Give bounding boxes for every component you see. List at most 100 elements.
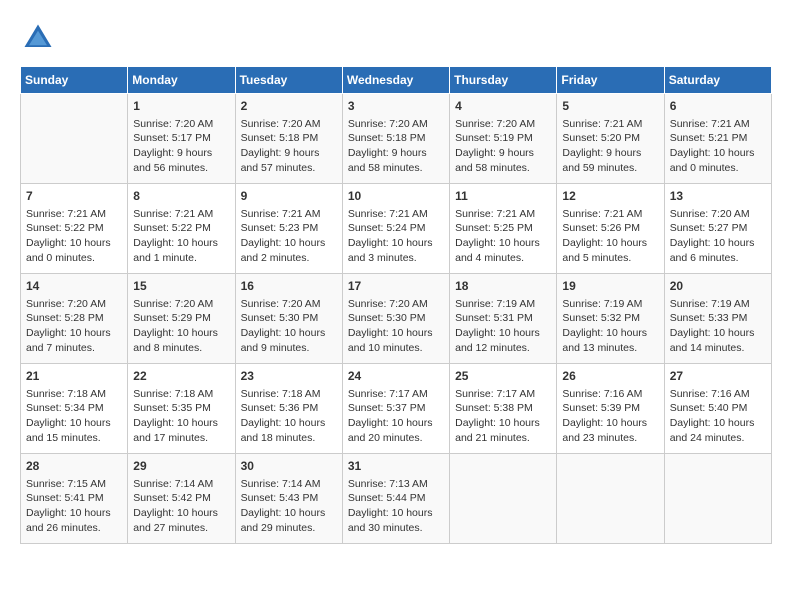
cell-info: Sunrise: 7:20 AM Sunset: 5:17 PM Dayligh… bbox=[133, 117, 229, 176]
calendar-cell: 18 Sunrise: 7:19 AM Sunset: 5:31 PM Dayli… bbox=[450, 274, 557, 364]
calendar-cell bbox=[450, 454, 557, 544]
header-day-sunday: Sunday bbox=[21, 67, 128, 94]
calendar-cell: 16 Sunrise: 7:20 AM Sunset: 5:30 PM Dayli… bbox=[235, 274, 342, 364]
calendar-cell bbox=[664, 454, 771, 544]
cell-info: Sunrise: 7:20 AM Sunset: 5:19 PM Dayligh… bbox=[455, 117, 551, 176]
cell-info: Sunrise: 7:21 AM Sunset: 5:24 PM Dayligh… bbox=[348, 207, 444, 266]
cell-info: Sunrise: 7:20 AM Sunset: 5:30 PM Dayligh… bbox=[241, 297, 337, 356]
day-number: 7 bbox=[26, 188, 122, 205]
day-number: 27 bbox=[670, 368, 766, 385]
cell-info: Sunrise: 7:19 AM Sunset: 5:33 PM Dayligh… bbox=[670, 297, 766, 356]
calendar-week-3: 21Sunrise: 7:18 AM Sunset: 5:34 PM Dayli… bbox=[21, 364, 772, 454]
cell-info: Sunrise: 7:20 AM Sunset: 5:28 PM Dayligh… bbox=[26, 297, 122, 356]
day-number: 22 bbox=[133, 368, 229, 385]
calendar-cell: 11Sunrise: 7:21 AM Sunset: 5:25 PM Dayli… bbox=[450, 184, 557, 274]
header-day-monday: Monday bbox=[128, 67, 235, 94]
calendar-cell: 14 Sunrise: 7:20 AM Sunset: 5:28 PM Dayli… bbox=[21, 274, 128, 364]
day-number: 23 bbox=[241, 368, 337, 385]
calendar-week-4: 28 Sunrise: 7:15 AM Sunset: 5:41 PM Dayli… bbox=[21, 454, 772, 544]
day-number: 14 bbox=[26, 278, 122, 295]
day-number: 18 bbox=[455, 278, 551, 295]
calendar-cell: 5Sunrise: 7:21 AM Sunset: 5:20 PM Daylig… bbox=[557, 94, 664, 184]
logo-icon bbox=[20, 20, 56, 56]
cell-info: Sunrise: 7:18 AM Sunset: 5:35 PM Dayligh… bbox=[133, 387, 229, 446]
day-number: 6 bbox=[670, 98, 766, 115]
logo bbox=[20, 20, 60, 56]
calendar-cell: 13 Sunrise: 7:20 AM Sunset: 5:27 PM Dayli… bbox=[664, 184, 771, 274]
calendar-cell: 15 Sunrise: 7:20 AM Sunset: 5:29 PM Dayli… bbox=[128, 274, 235, 364]
day-number: 11 bbox=[455, 188, 551, 205]
cell-info: Sunrise: 7:20 AM Sunset: 5:18 PM Dayligh… bbox=[348, 117, 444, 176]
header-row: SundayMondayTuesdayWednesdayThursdayFrid… bbox=[21, 67, 772, 94]
cell-info: Sunrise: 7:19 AM Sunset: 5:31 PM Dayligh… bbox=[455, 297, 551, 356]
cell-info: Sunrise: 7:13 AM Sunset: 5:44 PM Dayligh… bbox=[348, 477, 444, 536]
cell-info: Sunrise: 7:16 AM Sunset: 5:40 PM Dayligh… bbox=[670, 387, 766, 446]
cell-info: Sunrise: 7:16 AM Sunset: 5:39 PM Dayligh… bbox=[562, 387, 658, 446]
calendar-cell: 27 Sunrise: 7:16 AM Sunset: 5:40 PM Dayli… bbox=[664, 364, 771, 454]
day-number: 31 bbox=[348, 458, 444, 475]
day-number: 19 bbox=[562, 278, 658, 295]
calendar-cell: 12 Sunrise: 7:21 AM Sunset: 5:26 PM Dayli… bbox=[557, 184, 664, 274]
day-number: 2 bbox=[241, 98, 337, 115]
calendar-cell: 10 Sunrise: 7:21 AM Sunset: 5:24 PM Dayli… bbox=[342, 184, 449, 274]
day-number: 12 bbox=[562, 188, 658, 205]
cell-info: Sunrise: 7:21 AM Sunset: 5:23 PM Dayligh… bbox=[241, 207, 337, 266]
calendar-week-0: 1 Sunrise: 7:20 AM Sunset: 5:17 PM Daylig… bbox=[21, 94, 772, 184]
calendar-week-1: 7 Sunrise: 7:21 AM Sunset: 5:22 PM Daylig… bbox=[21, 184, 772, 274]
calendar-cell: 4Sunrise: 7:20 AM Sunset: 5:19 PM Daylig… bbox=[450, 94, 557, 184]
calendar-cell: 6Sunrise: 7:21 AM Sunset: 5:21 PM Daylig… bbox=[664, 94, 771, 184]
day-number: 20 bbox=[670, 278, 766, 295]
calendar-cell: 8 Sunrise: 7:21 AM Sunset: 5:22 PM Daylig… bbox=[128, 184, 235, 274]
calendar-cell: 17Sunrise: 7:20 AM Sunset: 5:30 PM Dayli… bbox=[342, 274, 449, 364]
calendar-cell: 22 Sunrise: 7:18 AM Sunset: 5:35 PM Dayli… bbox=[128, 364, 235, 454]
calendar-cell: 1 Sunrise: 7:20 AM Sunset: 5:17 PM Daylig… bbox=[128, 94, 235, 184]
day-number: 25 bbox=[455, 368, 551, 385]
day-number: 29 bbox=[133, 458, 229, 475]
calendar-week-2: 14 Sunrise: 7:20 AM Sunset: 5:28 PM Dayli… bbox=[21, 274, 772, 364]
cell-info: Sunrise: 7:20 AM Sunset: 5:27 PM Dayligh… bbox=[670, 207, 766, 266]
calendar-cell: 23 Sunrise: 7:18 AM Sunset: 5:36 PM Dayli… bbox=[235, 364, 342, 454]
cell-info: Sunrise: 7:21 AM Sunset: 5:22 PM Dayligh… bbox=[26, 207, 122, 266]
calendar-cell: 29Sunrise: 7:14 AM Sunset: 5:42 PM Dayli… bbox=[128, 454, 235, 544]
calendar-cell: 28 Sunrise: 7:15 AM Sunset: 5:41 PM Dayli… bbox=[21, 454, 128, 544]
cell-info: Sunrise: 7:14 AM Sunset: 5:43 PM Dayligh… bbox=[241, 477, 337, 536]
calendar-cell: 7 Sunrise: 7:21 AM Sunset: 5:22 PM Daylig… bbox=[21, 184, 128, 274]
day-number: 10 bbox=[348, 188, 444, 205]
day-number: 16 bbox=[241, 278, 337, 295]
day-number: 9 bbox=[241, 188, 337, 205]
day-number: 8 bbox=[133, 188, 229, 205]
calendar-cell: 19 Sunrise: 7:19 AM Sunset: 5:32 PM Dayli… bbox=[557, 274, 664, 364]
calendar-cell: 24Sunrise: 7:17 AM Sunset: 5:37 PM Dayli… bbox=[342, 364, 449, 454]
day-number: 26 bbox=[562, 368, 658, 385]
calendar-cell: 26 Sunrise: 7:16 AM Sunset: 5:39 PM Dayli… bbox=[557, 364, 664, 454]
cell-info: Sunrise: 7:17 AM Sunset: 5:38 PM Dayligh… bbox=[455, 387, 551, 446]
cell-info: Sunrise: 7:20 AM Sunset: 5:30 PM Dayligh… bbox=[348, 297, 444, 356]
calendar-body: 1 Sunrise: 7:20 AM Sunset: 5:17 PM Daylig… bbox=[21, 94, 772, 544]
cell-info: Sunrise: 7:15 AM Sunset: 5:41 PM Dayligh… bbox=[26, 477, 122, 536]
header-day-wednesday: Wednesday bbox=[342, 67, 449, 94]
calendar-cell bbox=[557, 454, 664, 544]
calendar-header: SundayMondayTuesdayWednesdayThursdayFrid… bbox=[21, 67, 772, 94]
calendar-cell: 30 Sunrise: 7:14 AM Sunset: 5:43 PM Dayli… bbox=[235, 454, 342, 544]
cell-info: Sunrise: 7:17 AM Sunset: 5:37 PM Dayligh… bbox=[348, 387, 444, 446]
cell-info: Sunrise: 7:18 AM Sunset: 5:36 PM Dayligh… bbox=[241, 387, 337, 446]
header-day-tuesday: Tuesday bbox=[235, 67, 342, 94]
header-day-friday: Friday bbox=[557, 67, 664, 94]
cell-info: Sunrise: 7:20 AM Sunset: 5:29 PM Dayligh… bbox=[133, 297, 229, 356]
day-number: 1 bbox=[133, 98, 229, 115]
cell-info: Sunrise: 7:21 AM Sunset: 5:20 PM Dayligh… bbox=[562, 117, 658, 176]
day-number: 30 bbox=[241, 458, 337, 475]
calendar-cell bbox=[21, 94, 128, 184]
day-number: 28 bbox=[26, 458, 122, 475]
calendar-cell: 9 Sunrise: 7:21 AM Sunset: 5:23 PM Daylig… bbox=[235, 184, 342, 274]
cell-info: Sunrise: 7:21 AM Sunset: 5:22 PM Dayligh… bbox=[133, 207, 229, 266]
cell-info: Sunrise: 7:19 AM Sunset: 5:32 PM Dayligh… bbox=[562, 297, 658, 356]
day-number: 13 bbox=[670, 188, 766, 205]
header-day-thursday: Thursday bbox=[450, 67, 557, 94]
calendar-cell: 3 Sunrise: 7:20 AM Sunset: 5:18 PM Daylig… bbox=[342, 94, 449, 184]
page-header bbox=[20, 20, 772, 56]
day-number: 3 bbox=[348, 98, 444, 115]
cell-info: Sunrise: 7:21 AM Sunset: 5:26 PM Dayligh… bbox=[562, 207, 658, 266]
day-number: 15 bbox=[133, 278, 229, 295]
cell-info: Sunrise: 7:20 AM Sunset: 5:18 PM Dayligh… bbox=[241, 117, 337, 176]
